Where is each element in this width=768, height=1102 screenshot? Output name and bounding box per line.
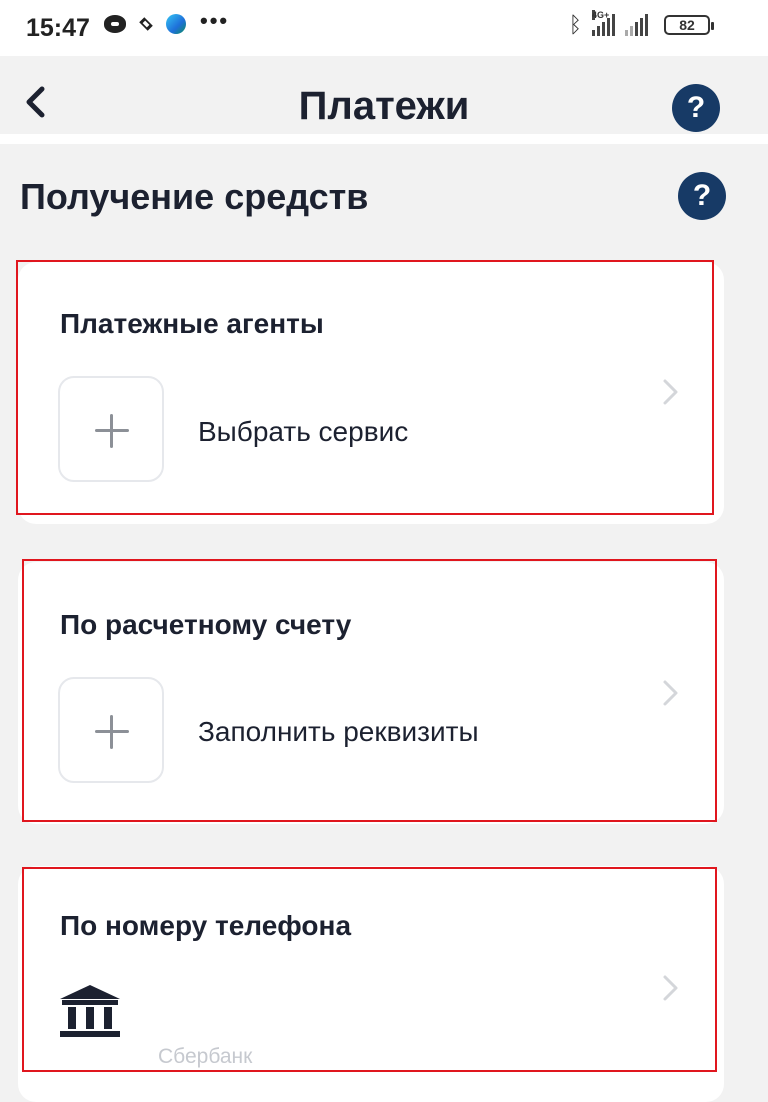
section-title: Получение средств [20, 176, 369, 217]
edge-browser-icon [166, 14, 186, 34]
bank-name-label: Сбербанк [158, 1045, 253, 1068]
chevron-right-icon [660, 678, 682, 708]
payment-agents-title: Платежные агенты [60, 308, 324, 339]
status-bar: 15:47 ••• ᛒ 4G+ 82 [0, 0, 768, 56]
page-title: Платежи [298, 84, 470, 128]
plus-icon[interactable] [58, 376, 164, 482]
network-type-label: 4G+ [592, 10, 610, 20]
chevron-right-icon [660, 377, 682, 407]
phone-number-card[interactable] [18, 866, 724, 1102]
status-icons-right: ᛒ 4G+ 82 [568, 10, 714, 38]
choose-service-label[interactable]: Выбрать сервис [198, 416, 408, 448]
header-help-button[interactable]: ? [672, 84, 720, 132]
settlement-account-title: По расчетному счету [60, 609, 352, 640]
signal-icon-2 [625, 14, 648, 36]
diamond-app-icon [139, 17, 153, 31]
status-icons-left: ••• [104, 10, 229, 34]
fill-details-label[interactable]: Заполнить реквизиты [198, 716, 479, 748]
plus-icon[interactable] [58, 677, 164, 783]
section-help-button[interactable]: ? [678, 172, 726, 220]
bank-icon[interactable] [58, 983, 122, 1039]
status-time: 15:47 [26, 14, 90, 42]
oval-app-icon [104, 15, 126, 33]
chevron-right-icon [660, 973, 682, 1003]
header-divider [0, 134, 768, 144]
battery-icon: 82 [664, 15, 714, 35]
phone-number-title: По номеру телефона [60, 910, 352, 941]
signal-icon: 4G+ [592, 10, 615, 36]
more-dots-icon: ••• [200, 8, 230, 33]
app-header: Платежи ? [0, 56, 768, 134]
bluetooth-icon: ᛒ [568, 12, 582, 37]
